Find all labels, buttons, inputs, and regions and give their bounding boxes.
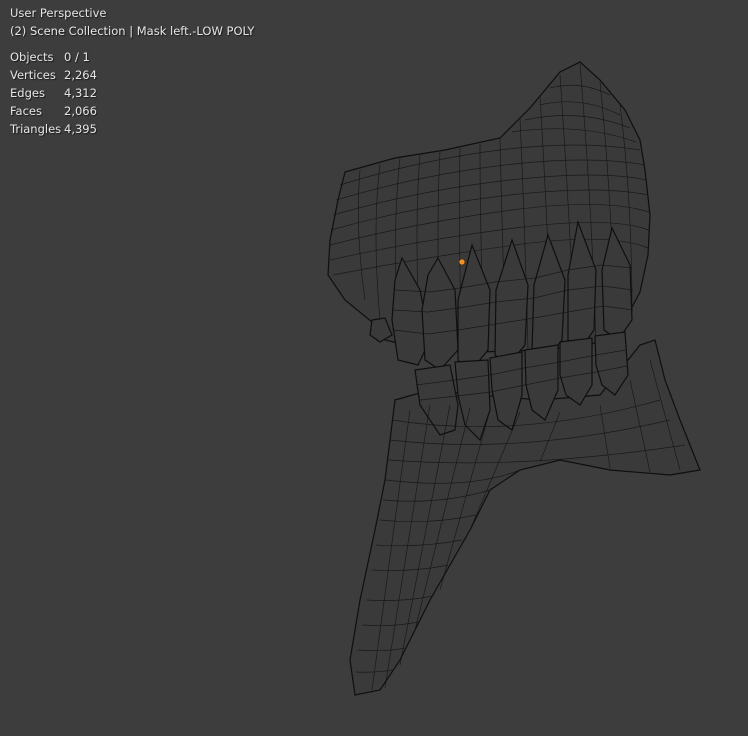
mesh-wireframe[interactable] <box>0 0 748 736</box>
lower-jaw-mesh <box>350 340 700 695</box>
3d-viewport[interactable]: User Perspective (2) Scene Collection | … <box>0 0 748 736</box>
object-origin-point[interactable] <box>458 258 466 266</box>
